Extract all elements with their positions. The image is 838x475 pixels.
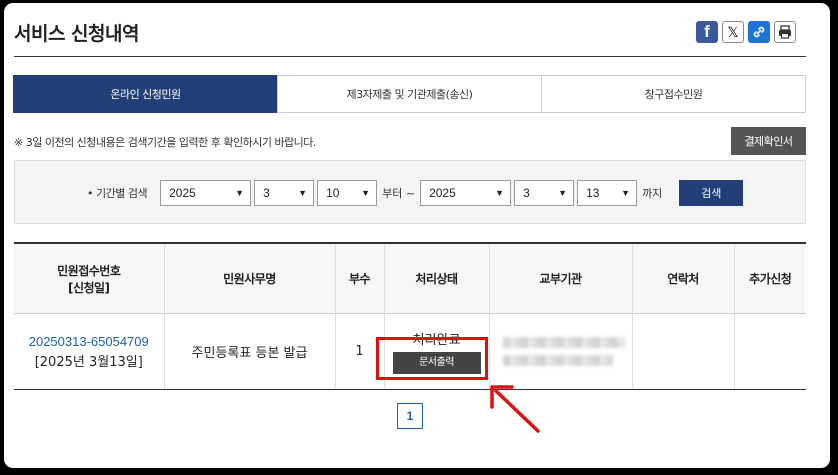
col-header-copies: 부수 — [334, 242, 384, 314]
from-month-select[interactable]: 3 ▼ — [254, 180, 315, 206]
link-icon[interactable] — [748, 21, 770, 43]
table-header-row: 민원접수번호 [신청일] 민원사무명 부수 처리상태 교부기관 연락처 추가신청 — [14, 242, 806, 314]
annotation-arrow-icon — [490, 385, 540, 433]
col-header-contact: 연락처 — [631, 242, 734, 314]
col-header-agency: 교부기관 — [488, 242, 632, 314]
to-suffix: 까지 — [642, 187, 663, 200]
contact-cell — [631, 313, 734, 390]
tab-bar: 온라인 신청민원 제3자제출 및 기관제출(송신) 창구접수민원 — [13, 75, 806, 113]
col-header-service: 민원사무명 — [163, 242, 335, 314]
chevron-down-icon: ▼ — [621, 188, 631, 198]
page-button-current[interactable]: 1 — [397, 403, 423, 429]
col-header-extra: 추가신청 — [733, 242, 806, 314]
chevron-down-icon: ▼ — [235, 188, 245, 198]
search-button[interactable]: 검색 — [679, 180, 744, 206]
x-icon[interactable]: 𝕏 — [722, 21, 744, 43]
search-row: • 기간별 검색 2025 ▼ 3 ▼ 10 ▼ 부터 ~ 2025 ▼ 3 ▼ 13 ▼ … — [87, 180, 744, 206]
from-day-select[interactable]: 10 ▼ — [317, 180, 378, 206]
from-suffix: 부터 ~ — [382, 187, 416, 200]
to-month-select[interactable]: 3 ▼ — [514, 180, 575, 206]
chevron-down-icon: ▼ — [361, 188, 371, 198]
page-frame: 서비스 신청내역 f 𝕏 온라인 신청민원 제3자제출 및 기관제출(송신) 창… — [4, 3, 830, 468]
chevron-down-icon: ▼ — [495, 188, 505, 198]
tab-counter-applications[interactable]: 창구접수민원 — [541, 75, 806, 113]
extra-cell — [733, 313, 806, 390]
service-cell: 주민등록표 등본 발급 — [163, 313, 335, 390]
notice-text: ※ 3일 이전의 신청내용은 검색기간을 입력한 후 확인하시기 바랍니다. — [14, 136, 316, 149]
to-day-select[interactable]: 13 ▼ — [577, 180, 638, 206]
page-title: 서비스 신청내역 — [14, 23, 139, 45]
highlight-box — [376, 337, 488, 380]
title-divider — [14, 56, 806, 57]
application-date: [2025년 3월13일] — [34, 354, 143, 370]
search-panel: • 기간별 검색 2025 ▼ 3 ▼ 10 ▼ 부터 ~ 2025 ▼ 3 ▼ 13 ▼ … — [14, 160, 806, 224]
tab-online-applications[interactable]: 온라인 신청민원 — [13, 75, 278, 113]
print-icon[interactable] — [774, 21, 796, 43]
to-year-select[interactable]: 2025 ▼ — [420, 180, 512, 206]
from-year-select[interactable]: 2025 ▼ — [160, 180, 252, 206]
application-number-link[interactable]: 20250313-65054709 — [15, 334, 163, 349]
col-header-status: 처리상태 — [383, 242, 489, 314]
app-no-cell: 20250313-65054709 [2025년 3월13일] — [14, 313, 164, 390]
agency-cell — [488, 313, 632, 390]
chevron-down-icon: ▼ — [298, 188, 308, 198]
payment-receipt-button[interactable]: 결제확인서 — [731, 127, 806, 155]
chevron-down-icon: ▼ — [558, 188, 568, 198]
col-header-app-no: 민원접수번호 [신청일] — [14, 242, 164, 314]
facebook-icon[interactable]: f — [696, 21, 718, 43]
share-toolbar: f 𝕏 — [696, 21, 796, 43]
tab-third-party-submission[interactable]: 제3자제출 및 기관제출(송신) — [277, 75, 542, 113]
search-label: • 기간별 검색 — [87, 187, 148, 200]
redacted-agency — [491, 337, 631, 366]
